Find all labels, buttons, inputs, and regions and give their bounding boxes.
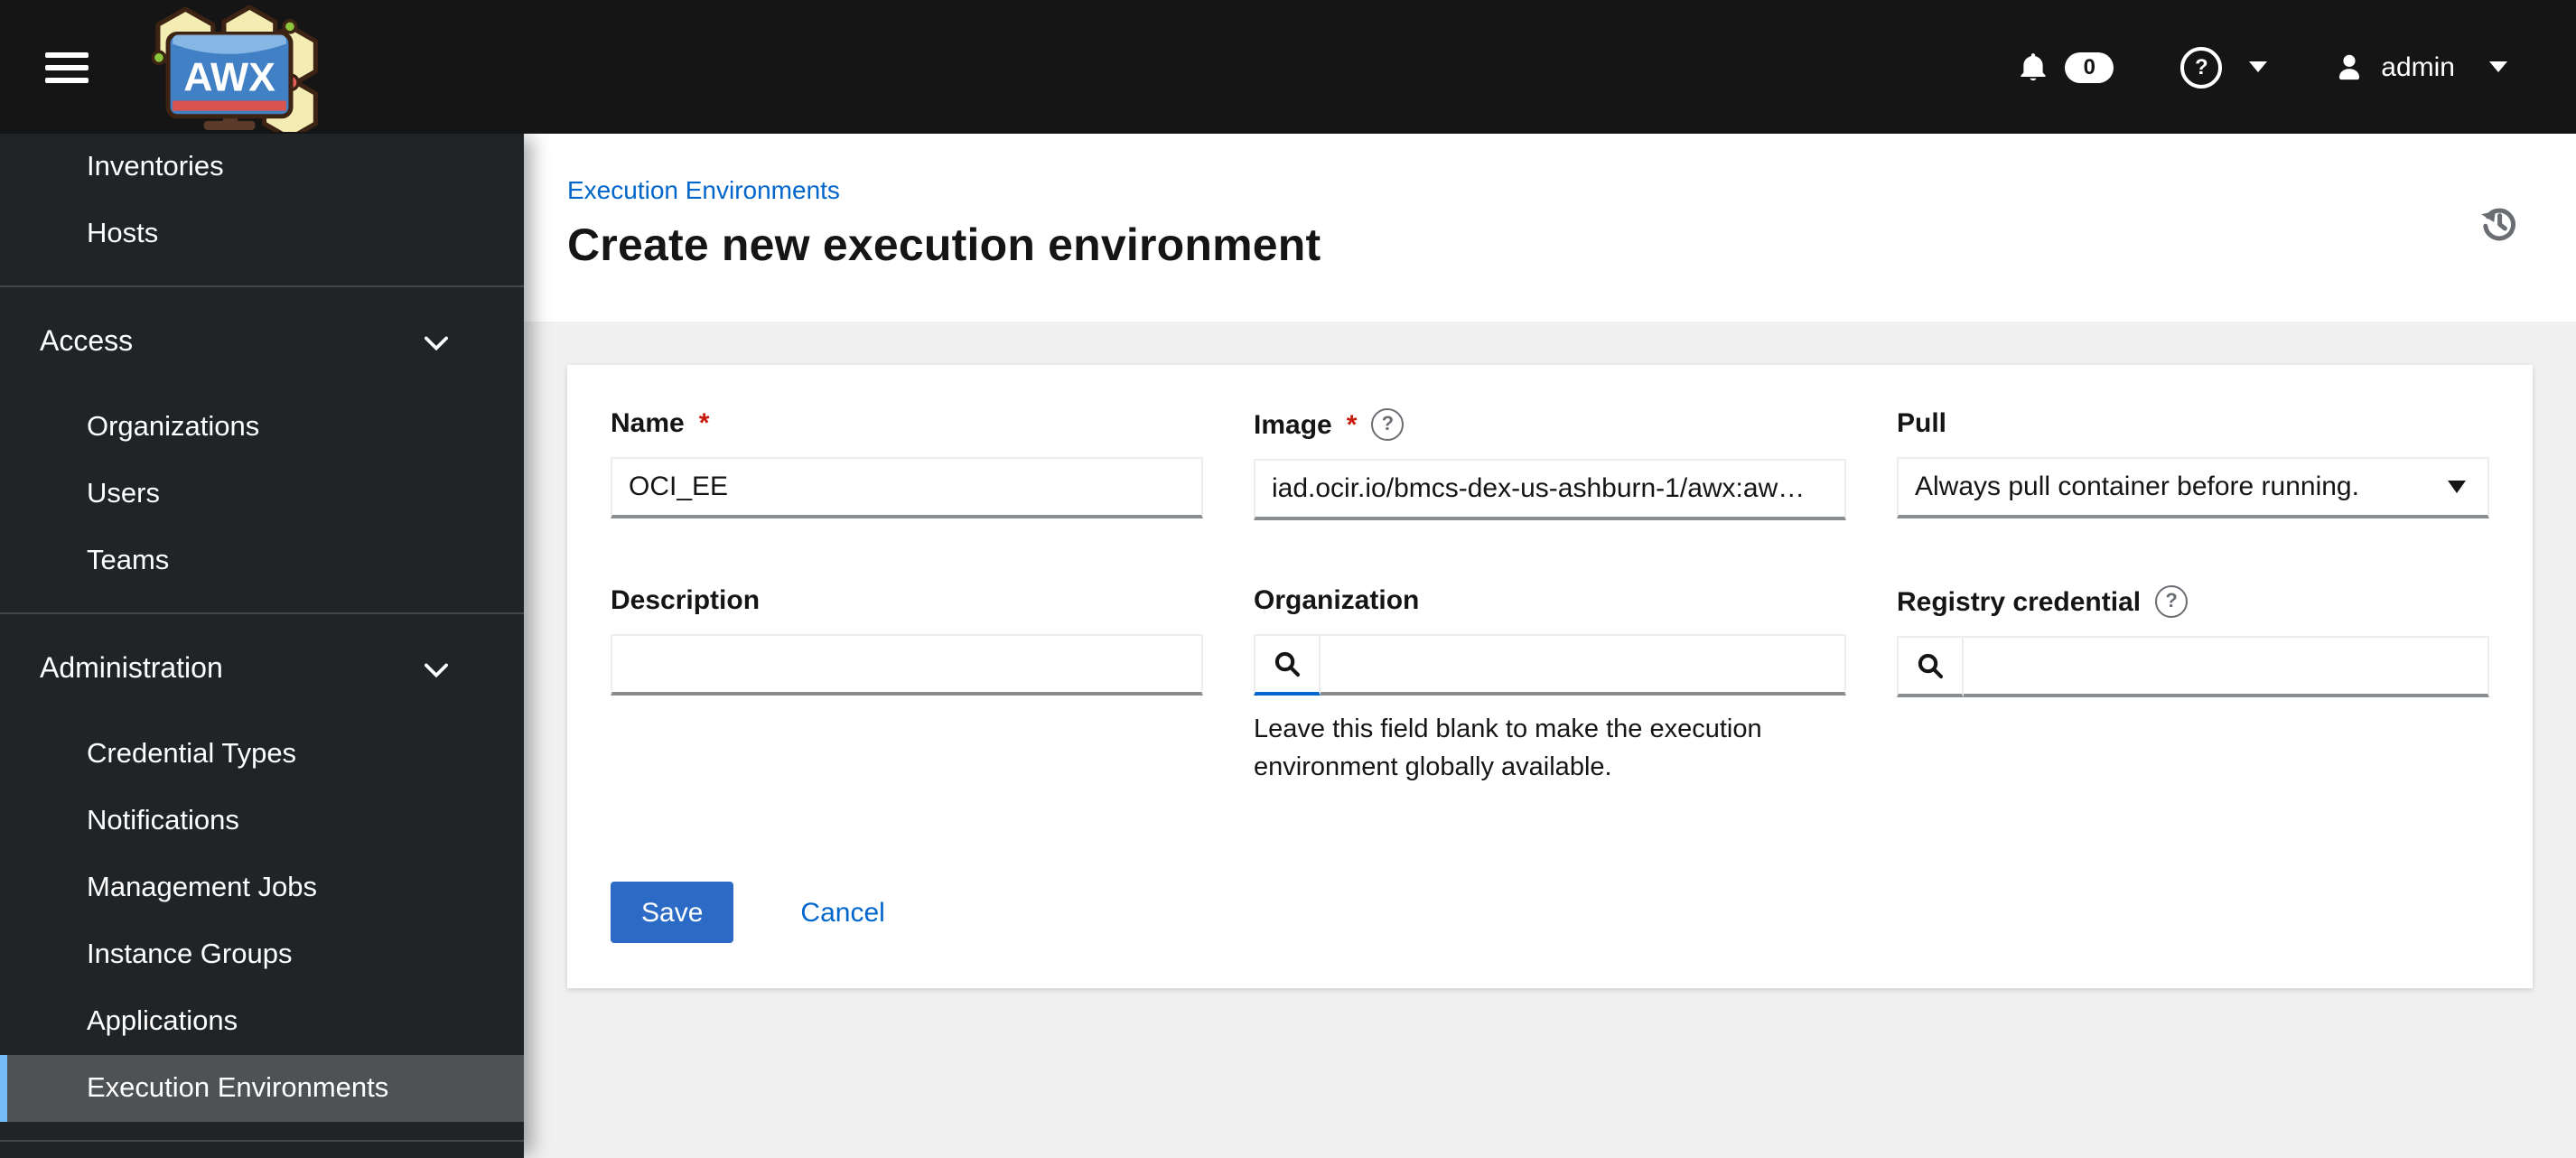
user-menu-button[interactable]: admin (2334, 51, 2507, 82)
description-input[interactable] (611, 634, 1203, 696)
chevron-down-icon (2249, 61, 2268, 72)
page-header: Execution Environments Create new execut… (524, 134, 2576, 322)
question-circle-icon: ? (2180, 46, 2223, 88)
field-name: Name * (611, 408, 1203, 520)
field-image: Image * ? (1254, 408, 1846, 520)
image-label: Image (1254, 409, 1332, 440)
caret-down-icon (2448, 481, 2466, 493)
sidebar-item-notifications[interactable]: Notifications (0, 788, 524, 854)
masthead: AWX 0 ? admin (0, 0, 2576, 134)
field-pull: Pull Always pull container before runnin… (1897, 408, 2489, 520)
user-name: admin (2381, 51, 2455, 82)
pull-label: Pull (1897, 408, 1947, 439)
chevron-down-icon (425, 335, 448, 350)
pull-select[interactable]: Always pull container before running. (1897, 457, 2489, 518)
sidebar-item-organizations[interactable]: Organizations (0, 394, 524, 461)
sidebar-nav: Inventories Hosts Access Organizations U… (0, 134, 524, 1158)
image-help-icon[interactable]: ? (1371, 408, 1405, 441)
sidebar-group-administration[interactable]: Administration (0, 636, 524, 703)
masthead-actions: 0 ? admin (2018, 46, 2507, 88)
organization-label: Organization (1254, 585, 1420, 616)
sidebar-item-instance-groups[interactable]: Instance Groups (0, 921, 524, 988)
field-registry-credential: Registry credential ? (1897, 585, 2489, 788)
awx-app: AWX 0 ? admin Inventories Hosts Access O… (0, 0, 2576, 1158)
bell-icon (2021, 53, 2046, 81)
sidebar-section-resources: Inventories Hosts (0, 134, 524, 285)
organization-search-button[interactable] (1254, 634, 1321, 696)
name-label: Name (611, 408, 685, 439)
history-button[interactable] (2478, 202, 2518, 242)
registry-credential-help-icon[interactable]: ? (2155, 585, 2189, 618)
nav-toggle-icon[interactable] (45, 51, 89, 82)
sidebar-item-applications[interactable]: Applications (0, 988, 524, 1055)
sidebar-item-hosts[interactable]: Hosts (0, 201, 524, 267)
history-icon (2481, 208, 2515, 241)
form-card: Name * Image * ? (567, 365, 2533, 988)
name-input[interactable] (611, 457, 1203, 518)
search-icon (1274, 651, 1301, 677)
help-menu-button[interactable]: ? (2180, 46, 2268, 88)
page-title: Create new execution environment (567, 220, 1321, 271)
pull-selected-option: Always pull container before running. (1915, 472, 2359, 502)
main-content: Execution Environments Create new execut… (524, 134, 2576, 1158)
registry-credential-search-button[interactable] (1897, 636, 1964, 697)
awx-logo-text: AWX (183, 55, 275, 99)
sidebar-item-credential-types[interactable]: Credential Types (0, 721, 524, 788)
sidebar-item-execution-environments[interactable]: Execution Environments (0, 1055, 524, 1122)
sidebar-item-management-jobs[interactable]: Management Jobs (0, 854, 524, 921)
organization-helper-text: Leave this field blank to make the execu… (1254, 715, 1762, 783)
registry-credential-input[interactable] (1964, 636, 2489, 697)
notifications-button[interactable]: 0 (2018, 51, 2114, 83)
sidebar-section-next (0, 1140, 524, 1158)
sidebar-group-access[interactable]: Access (0, 309, 524, 376)
awx-logo-icon: AWX (151, 5, 318, 132)
required-marker: * (1346, 409, 1358, 440)
sidebar-item-users[interactable]: Users (0, 461, 524, 528)
sidebar-item-inventories[interactable]: Inventories (0, 134, 524, 201)
sidebar-item-teams[interactable]: Teams (0, 528, 524, 594)
notifications-count-badge: 0 (2065, 51, 2114, 82)
chevron-down-icon (425, 662, 448, 677)
form-actions: Save Cancel (611, 882, 2489, 944)
field-organization: Organization Leave this field blank to m… (1254, 585, 1846, 788)
field-description: Description (611, 585, 1203, 788)
page-body: Name * Image * ? (524, 322, 2576, 1158)
organization-input[interactable] (1321, 634, 1846, 696)
sidebar-section-access: Access Organizations Users Teams (0, 285, 524, 612)
required-marker: * (698, 408, 710, 439)
cancel-button[interactable]: Cancel (800, 897, 884, 928)
chevron-down-icon (2489, 61, 2507, 72)
search-icon (1918, 653, 1944, 679)
breadcrumb[interactable]: Execution Environments (567, 175, 840, 204)
image-input[interactable] (1254, 459, 1846, 520)
sidebar-section-administration: Administration Credential Types Notifica… (0, 612, 524, 1140)
awx-logo[interactable]: AWX (134, 0, 322, 134)
user-icon (2339, 53, 2360, 79)
save-button[interactable]: Save (611, 882, 734, 944)
registry-credential-label: Registry credential (1897, 586, 2142, 617)
description-label: Description (611, 585, 761, 616)
